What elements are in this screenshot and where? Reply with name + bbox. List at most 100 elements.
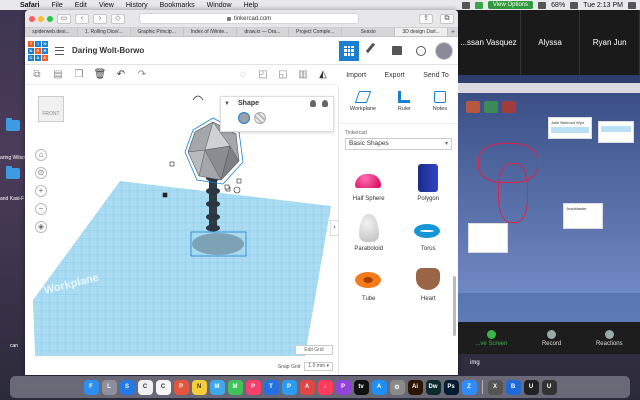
shape-heart[interactable]: Heart (399, 264, 459, 302)
minimize-window-button[interactable] (38, 15, 44, 22)
dock-app-icon[interactable]: B (505, 379, 521, 395)
menu-history[interactable]: History (120, 2, 154, 9)
import-button[interactable]: Import (346, 72, 366, 79)
3d-view-button[interactable] (339, 40, 359, 61)
fit-view-icon[interactable]: ⊙ (35, 167, 47, 179)
snap-grid-select[interactable]: 1.0 mm ▾ (304, 362, 333, 371)
menu-bookmarks[interactable]: Bookmarks (154, 2, 201, 9)
dropbox-icon[interactable] (461, 1, 470, 9)
light-bulb-icon[interactable]: ◌ (237, 69, 249, 81)
zoom-view-options-button[interactable]: View Options (487, 1, 534, 9)
participant-tile-2[interactable]: Alyssa (521, 10, 581, 75)
edit-grid-button[interactable]: Edit Grid (295, 345, 333, 355)
ungroup-icon[interactable]: ◱ (277, 69, 289, 81)
record-button[interactable]: Record (542, 329, 561, 347)
design-list-icon[interactable] (55, 46, 64, 55)
desktop-folder-2[interactable] (0, 166, 26, 181)
dock-app-icon[interactable]: ♪ (317, 379, 333, 395)
perspective-icon[interactable]: ◈ (35, 221, 47, 233)
menu-help[interactable]: Help (238, 2, 264, 9)
forward-icon[interactable]: › (93, 13, 107, 24)
viewcube[interactable]: FRONT (38, 96, 64, 122)
tab-3d-design[interactable]: 3D design Darl... (395, 28, 448, 36)
bricks-view-button[interactable] (387, 41, 407, 61)
url-bar[interactable]: tinkercad.com (139, 13, 359, 24)
shape-torus[interactable]: Torus (399, 214, 459, 252)
participant-tile-3[interactable]: Ryan Jun (580, 10, 640, 75)
shape-tube[interactable]: Tube (339, 264, 399, 302)
dock-app-icon[interactable]: S (119, 379, 135, 395)
zoom-status-icon[interactable] (474, 1, 483, 9)
dock-app-icon[interactable]: M (209, 379, 225, 395)
group-icon[interactable]: ◰ (257, 69, 269, 81)
shape-polygon[interactable]: Polygon (399, 164, 459, 202)
battery-percent[interactable]: 68% (551, 2, 565, 9)
dock-app-icon[interactable]: P (281, 379, 297, 395)
dock-app-icon[interactable]: T (263, 379, 279, 395)
tab-project-complete[interactable]: Project Comple... (289, 28, 343, 36)
dock-app-icon[interactable]: A (371, 379, 387, 395)
zoom-out-icon[interactable]: − (35, 203, 47, 215)
dock-app-icon[interactable]: F (83, 379, 99, 395)
sidebar-toggle-icon[interactable]: ▭ (57, 13, 71, 24)
delete-icon[interactable]: 🗑 (94, 69, 107, 81)
battery-icon[interactable] (570, 1, 579, 9)
avatar[interactable] (435, 41, 453, 60)
share-screen-button[interactable]: ...ve Screen (475, 329, 507, 347)
tab-spiderweb[interactable]: spiderweb.desi... (25, 28, 78, 36)
mirror-icon[interactable]: ◭ (317, 69, 329, 81)
tab-rolling-dice[interactable]: 1. Rolling Dice/... (78, 28, 131, 36)
dock-app-icon[interactable]: X (487, 379, 503, 395)
shield-icon[interactable]: ◇ (111, 13, 125, 24)
zoom-window-button[interactable] (47, 15, 53, 22)
menu-view[interactable]: View (93, 2, 120, 9)
dock-app-icon[interactable]: U (523, 379, 539, 395)
tab-graphic-principles[interactable]: Graphic Princip... (131, 28, 184, 36)
home-view-icon[interactable]: ⌂ (35, 149, 47, 161)
notes-tool-button[interactable]: Notes (433, 91, 447, 123)
dock-app-icon[interactable]: C (137, 379, 153, 395)
hole-button[interactable] (254, 112, 266, 124)
shape-paraboloid[interactable]: Paraboloid (339, 214, 399, 252)
spotlight-icon[interactable] (628, 1, 636, 9)
wifi-icon[interactable] (538, 1, 547, 9)
dock-app-icon[interactable]: P (245, 379, 261, 395)
share-icon[interactable]: ⇪ (419, 13, 433, 24)
dock-app-icon[interactable]: P (173, 379, 189, 395)
light-bulb-icon[interactable] (322, 100, 328, 107)
lock-icon[interactable] (310, 100, 316, 107)
show-tabs-icon[interactable]: ⧉ (440, 13, 454, 24)
dock-app-icon[interactable]: Ps (443, 379, 459, 395)
redo-icon[interactable]: ↷ (136, 69, 148, 81)
undo-icon[interactable]: ↶ (115, 69, 127, 81)
tinkercad-logo[interactable]: T I N K E R C A D (28, 40, 48, 61)
invite-button[interactable] (411, 41, 431, 61)
dock-app-icon[interactable]: U (541, 379, 557, 395)
tab-index-winter[interactable]: Index of /Winte... (184, 28, 237, 36)
design-title[interactable]: Daring Wolt-Borwo (72, 46, 144, 55)
dock-app-icon[interactable]: C (155, 379, 171, 395)
ruler-tool-button[interactable]: Ruler (398, 91, 411, 123)
dock-app-icon[interactable]: tv (353, 379, 369, 395)
shape-half-sphere[interactable]: Half Sphere (339, 164, 399, 202)
collapse-chevron-icon[interactable]: ▼ (224, 101, 230, 107)
dock-app-icon[interactable]: L (101, 379, 117, 395)
library-scrollbar[interactable] (453, 276, 456, 336)
menu-edit[interactable]: Edit (69, 2, 93, 9)
menubar-clock[interactable]: Tue 2:13 PM (583, 2, 623, 9)
dock-app-icon[interactable]: M (227, 379, 243, 395)
duplicate-icon[interactable]: ❐ (73, 69, 85, 81)
library-category-select[interactable]: Basic Shapes (345, 138, 452, 150)
export-button[interactable]: Export (385, 72, 405, 79)
desktop-folder-1[interactable] (0, 118, 26, 133)
solid-color-button[interactable] (238, 112, 250, 124)
workplane-tool-button[interactable]: Workplane (350, 91, 376, 123)
reactions-button[interactable]: Reactions (596, 329, 623, 347)
send-to-button[interactable]: Send To (423, 72, 449, 79)
back-icon[interactable]: ‹ (75, 13, 89, 24)
dock-app-icon[interactable]: Dw (425, 379, 441, 395)
dock-app-icon[interactable]: ⚙ (389, 379, 405, 395)
dock-app-icon[interactable]: N (191, 379, 207, 395)
align-icon[interactable]: ▥ (297, 69, 309, 81)
copy-icon[interactable]: ⧉ (31, 69, 43, 81)
